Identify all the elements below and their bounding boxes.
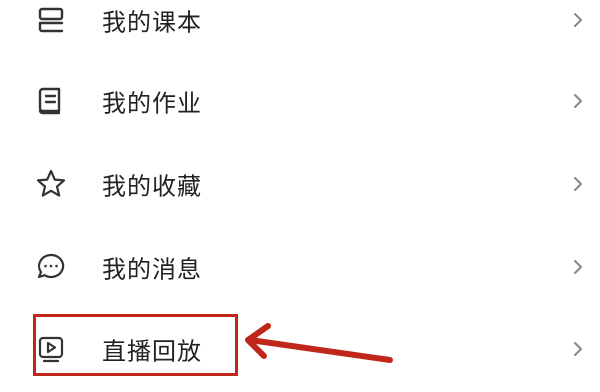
chevron-right-icon: [568, 337, 588, 361]
highlight-box: [33, 314, 238, 376]
chevron-right-icon: [568, 89, 588, 113]
chevron-right-icon: [568, 255, 588, 279]
homework-icon: [34, 84, 68, 118]
menu-item-favorites[interactable]: 我的收藏: [0, 152, 600, 216]
menu-item-label: 我的课本: [102, 8, 202, 37]
menu-item-textbook[interactable]: 我的课本: [0, 0, 600, 52]
profile-menu: 我的课本 我的作业 我的收藏 我的消息 直播回放: [0, 0, 600, 392]
arrow-left-icon: [238, 318, 398, 378]
star-icon: [34, 167, 68, 201]
menu-item-label: 我的作业: [102, 89, 202, 118]
menu-item-messages[interactable]: 我的消息: [0, 235, 600, 299]
menu-item-label: 我的收藏: [102, 172, 202, 201]
message-icon: [34, 250, 68, 284]
chevron-right-icon: [568, 172, 588, 196]
menu-item-homework[interactable]: 我的作业: [0, 69, 600, 133]
textbook-icon: [34, 3, 68, 37]
menu-item-label: 我的消息: [102, 255, 202, 284]
chevron-right-icon: [568, 8, 588, 32]
